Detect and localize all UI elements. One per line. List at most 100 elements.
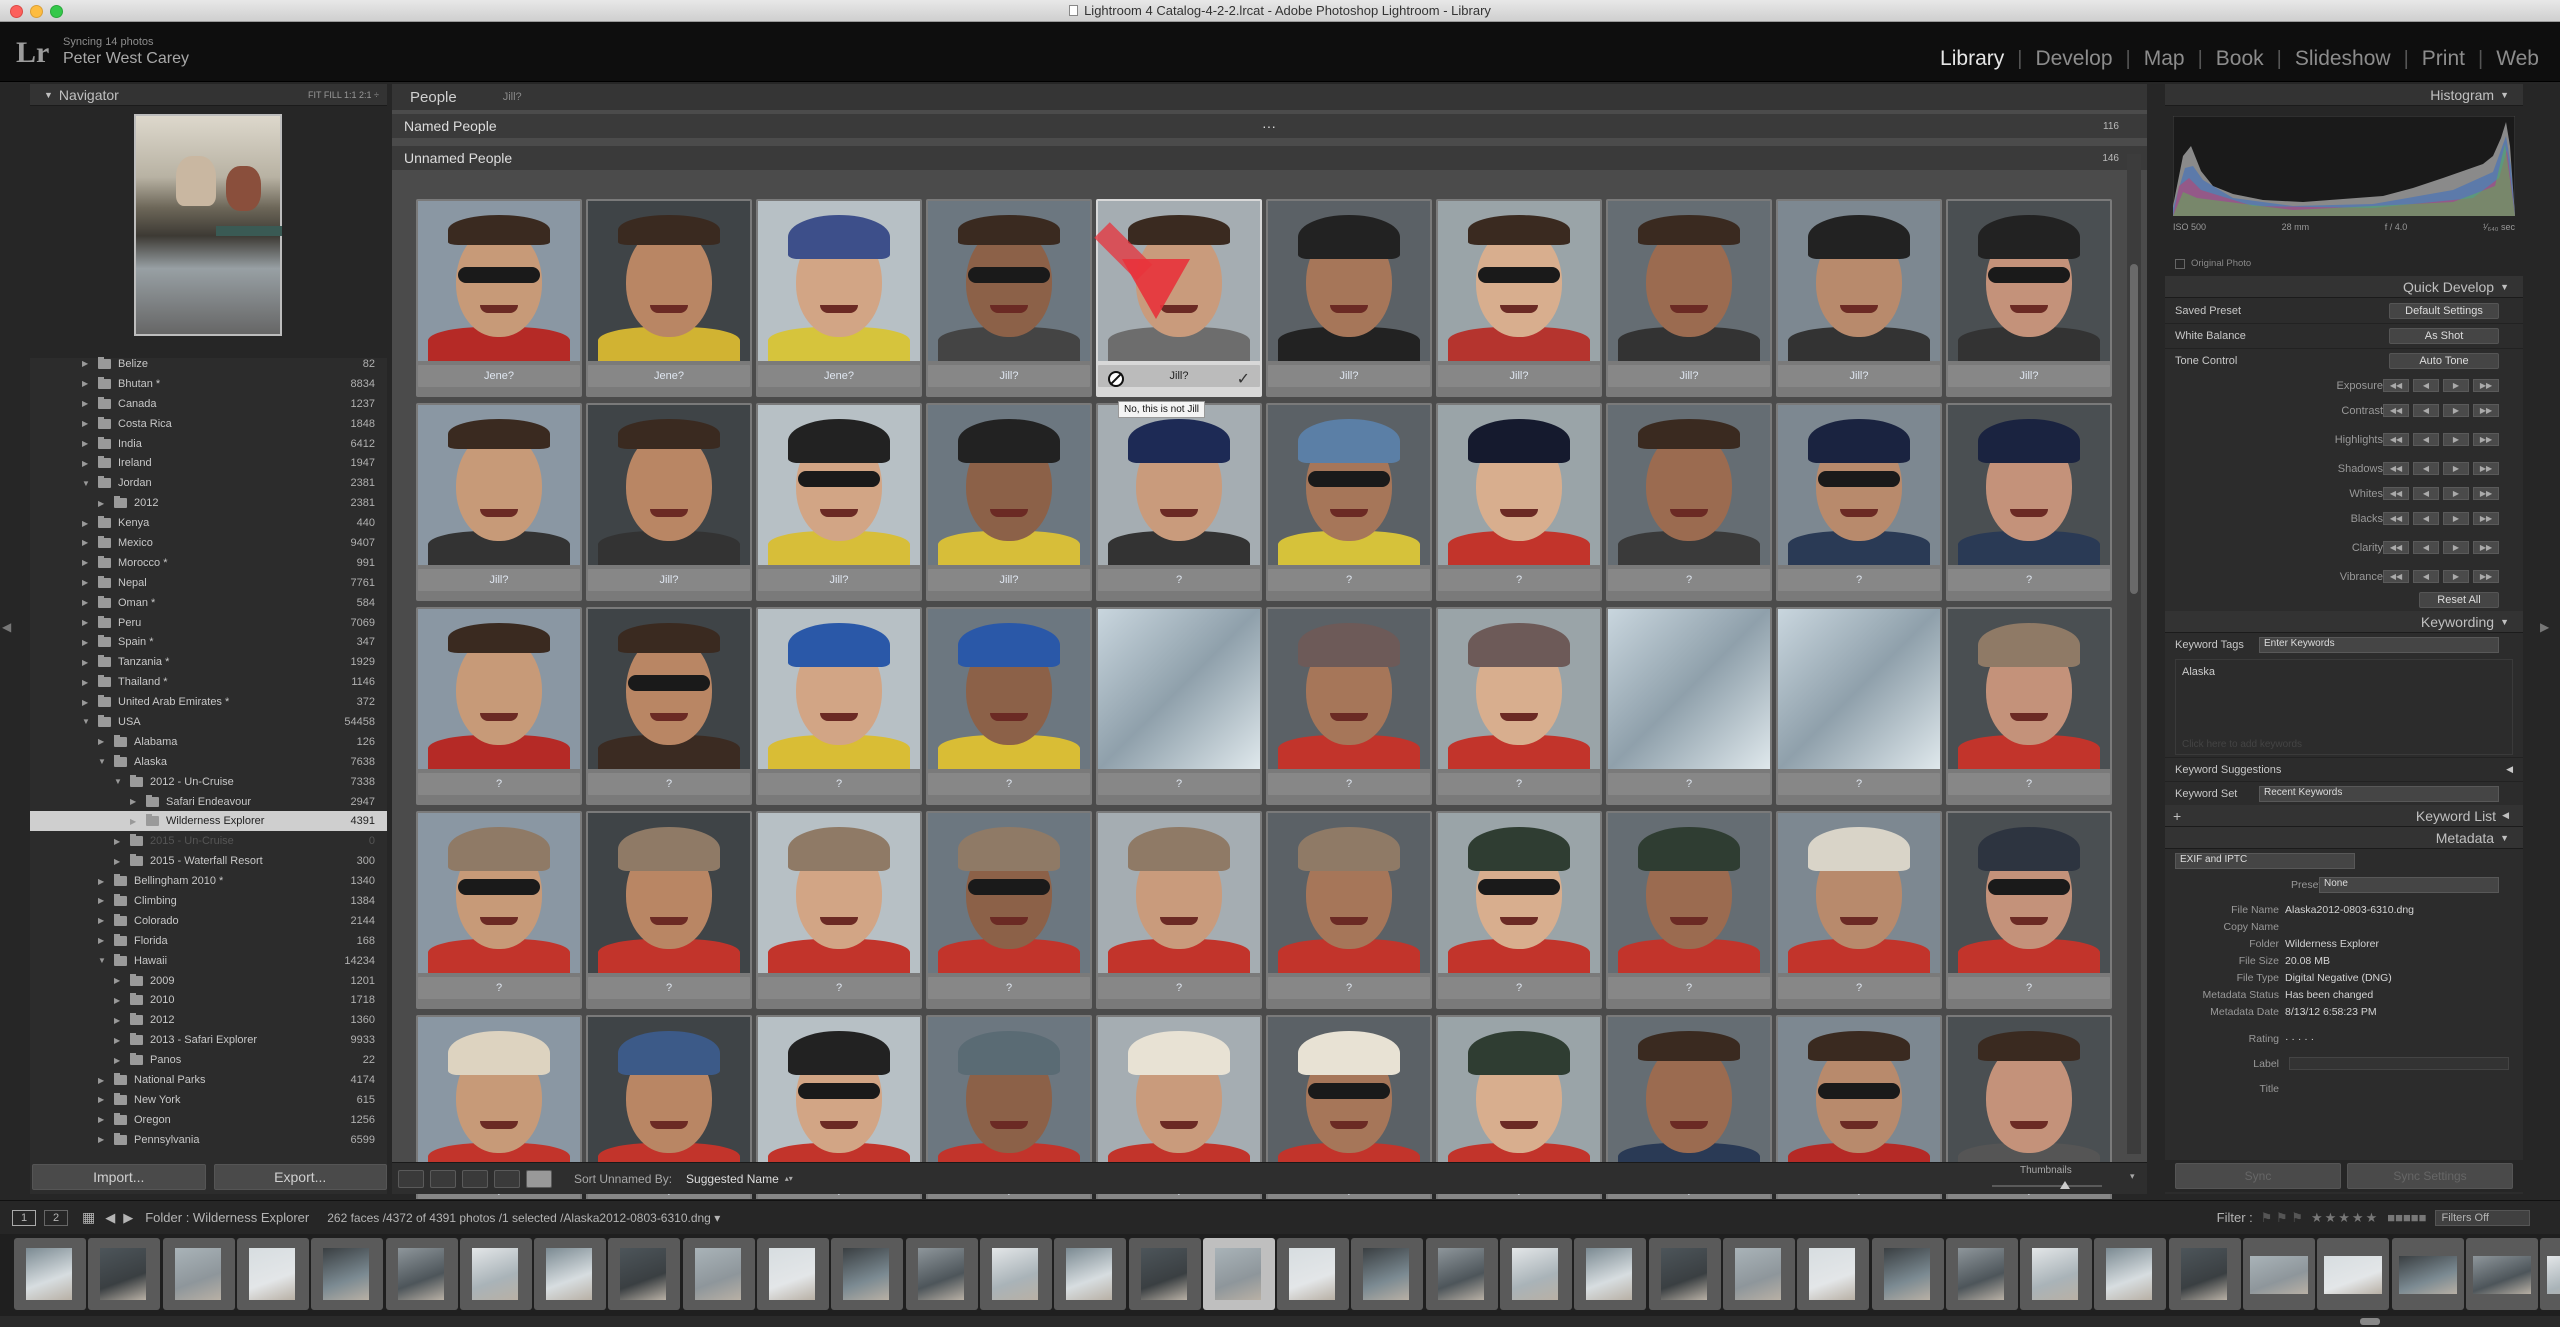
filmstrip-image[interactable]	[1363, 1248, 1410, 1300]
face-thumbnail[interactable]	[418, 201, 580, 361]
expand-folder-icon[interactable]: ▶	[82, 698, 88, 707]
folder-row[interactable]: ▶ Pennsylvania 6599	[30, 1130, 387, 1150]
face-name-label[interactable]: ?	[1438, 977, 1600, 999]
forward-arrow-icon[interactable]: ▶	[123, 1210, 133, 1226]
increase-button[interactable]: ▶	[2443, 570, 2469, 583]
filmstrip-thumbnail[interactable]	[2465, 1238, 2538, 1310]
people-view-icon[interactable]	[526, 1169, 552, 1188]
face-thumbnail[interactable]	[1098, 609, 1260, 769]
folder-row[interactable]: ▼ Alaska 7638	[30, 752, 387, 772]
collapse-folder-icon[interactable]: ▼	[114, 777, 122, 786]
face-thumbnail[interactable]	[1948, 609, 2110, 769]
decrease-button[interactable]: ◀	[2413, 379, 2439, 392]
folder-row[interactable]: ▶ Climbing 1384	[30, 891, 387, 911]
filmstrip-thumbnail[interactable]	[14, 1238, 86, 1310]
face-cell[interactable]: ?	[1266, 403, 1432, 601]
folder-row[interactable]: ▼ USA 54458	[30, 712, 387, 732]
face-thumbnail[interactable]	[928, 1017, 1090, 1177]
face-thumbnail[interactable]	[1438, 609, 1600, 769]
face-cell[interactable]: ?	[1096, 403, 1262, 601]
filmstrip-thumbnail[interactable]	[1574, 1238, 1647, 1310]
face-thumbnail[interactable]	[1268, 813, 1430, 973]
face-name-label[interactable]: ?	[418, 977, 580, 999]
face-name-label[interactable]: Jill?	[1948, 365, 2110, 387]
face-cell[interactable]: ?	[1776, 607, 1942, 805]
face-name-label[interactable]: ?	[1778, 773, 1940, 795]
expand-folder-icon[interactable]: ▶	[114, 857, 120, 866]
face-name-label[interactable]: ?	[758, 977, 920, 999]
face-cell[interactable]: ?	[1776, 403, 1942, 601]
loupe-view-icon[interactable]	[430, 1169, 456, 1188]
expand-folder-icon[interactable]: ▶	[98, 1095, 104, 1104]
zoom-options[interactable]: FIT FILL 1:1 2:1 ÷	[308, 90, 379, 100]
filmstrip-thumbnail[interactable]	[385, 1238, 458, 1310]
face-cell[interactable]: ?	[1436, 607, 1602, 805]
face-thumbnail[interactable]	[1438, 405, 1600, 565]
face-thumbnail[interactable]	[1608, 201, 1770, 361]
face-name-label[interactable]: ?	[1608, 569, 1770, 591]
filmstrip-thumbnail[interactable]	[682, 1238, 755, 1310]
face-cell[interactable]: ?	[756, 607, 922, 805]
expand-folder-icon[interactable]: ▶	[114, 976, 120, 985]
keywords-text[interactable]: Alaska	[2182, 666, 2215, 678]
face-name-label[interactable]: Jill?	[1778, 365, 1940, 387]
decrease-button[interactable]: ◀	[2413, 433, 2439, 446]
face-cell[interactable]: ?	[926, 811, 1092, 1009]
navigator-image[interactable]	[134, 114, 282, 336]
filmstrip-thumbnail[interactable]	[311, 1238, 384, 1310]
face-cell[interactable]: ?	[586, 607, 752, 805]
filmstrip-image[interactable]	[26, 1248, 72, 1300]
face-cell[interactable]: ?	[1266, 811, 1432, 1009]
filmstrip-image[interactable]	[1809, 1248, 1856, 1300]
grid-mode-icon[interactable]: ▦	[82, 1209, 95, 1226]
metadata-value[interactable]: · · · · ·	[2285, 1033, 2314, 1045]
folder-row[interactable]: ▶ Nepal 7761	[30, 573, 387, 593]
keywords-placeholder[interactable]: Click here to add keywords	[2182, 739, 2302, 750]
filmstrip-image[interactable]	[1214, 1248, 1261, 1300]
increase-button[interactable]: ▶	[2443, 462, 2469, 475]
filmstrip-thumbnail[interactable]	[1648, 1238, 1721, 1310]
collapse-folder-icon[interactable]: ▼	[82, 479, 90, 488]
sync-settings-button[interactable]: Sync Settings	[2347, 1163, 2513, 1189]
folder-row[interactable]: ▶ 2013 - Safari Explorer 9933	[30, 1030, 387, 1050]
expand-folder-icon[interactable]: ▶	[114, 1036, 120, 1045]
folder-row[interactable]: ▶ Peru 7069	[30, 613, 387, 633]
unnamed-people-section[interactable]: Unnamed People 146	[392, 146, 2147, 170]
auto-tone-button[interactable]: Auto Tone	[2389, 353, 2499, 369]
filmstrip-image[interactable]	[1957, 1248, 2004, 1300]
filmstrip-image[interactable]	[323, 1248, 370, 1300]
people-filter[interactable]: Jill?	[503, 91, 522, 103]
face-name-label[interactable]: Jill?	[758, 569, 920, 591]
folder-row[interactable]: ▶ Spain * 347	[30, 632, 387, 652]
face-thumbnail[interactable]	[758, 813, 920, 973]
face-thumbnail[interactable]	[758, 609, 920, 769]
expand-folder-icon[interactable]: ▶	[82, 658, 88, 667]
filmstrip-image[interactable]	[100, 1248, 147, 1300]
expand-folder-icon[interactable]: ▶	[82, 459, 88, 468]
expand-folder-icon[interactable]: ▶	[82, 618, 88, 627]
face-thumbnail[interactable]	[1268, 1017, 1430, 1177]
folder-row[interactable]: ▼ 2012 - Un-Cruise 7338	[30, 772, 387, 792]
folder-row[interactable]: ▶ Thailand * 1146	[30, 672, 387, 692]
filmstrip-thumbnail[interactable]	[1797, 1238, 1870, 1310]
folder-row[interactable]: ▶ Ireland 1947	[30, 453, 387, 473]
filmstrip-thumbnail[interactable]	[905, 1238, 978, 1310]
filmstrip-image[interactable]	[620, 1248, 667, 1300]
face-name-label[interactable]: ?	[588, 977, 750, 999]
face-name-label[interactable]: ?	[1778, 977, 1940, 999]
sync-button[interactable]: Sync	[2175, 1163, 2341, 1189]
face-cell[interactable]: Jene?	[756, 199, 922, 397]
folder-row[interactable]: ▼ Hawaii 14234	[30, 951, 387, 971]
filmstrip-thumbnail[interactable]	[608, 1238, 681, 1310]
folder-row[interactable]: ▶ Costa Rica 1848	[30, 414, 387, 434]
expand-folder-icon[interactable]: ▶	[98, 877, 104, 886]
face-name-label[interactable]: ?	[1098, 569, 1260, 591]
face-thumbnail[interactable]	[1098, 1017, 1260, 1177]
filmstrip-thumbnail[interactable]	[2540, 1238, 2560, 1310]
increase-button[interactable]: ▶▶	[2473, 570, 2499, 583]
checkbox-icon[interactable]	[2175, 258, 2185, 269]
face-name-label[interactable]: ?	[1778, 569, 1940, 591]
filmstrip-thumbnail[interactable]	[2020, 1238, 2093, 1310]
folder-row[interactable]: ▶ 2015 - Un-Cruise 0	[30, 831, 387, 851]
face-cell[interactable]: ?	[1946, 403, 2112, 601]
